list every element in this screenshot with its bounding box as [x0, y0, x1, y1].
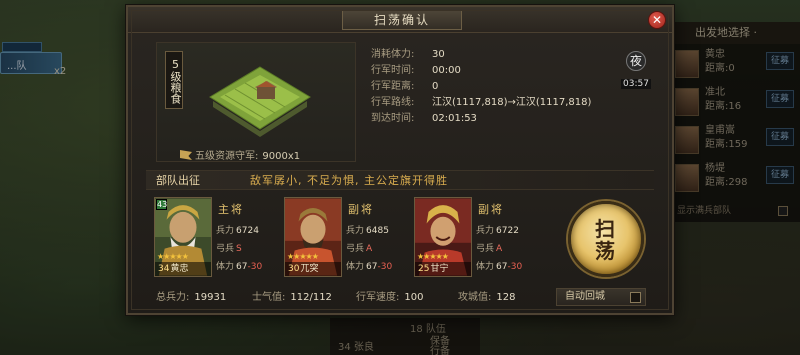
general-troops: 兵力 6722	[476, 226, 519, 236]
general-portrait[interactable]: ★★★★★ 30兀突	[284, 197, 342, 277]
general-card-vice-1[interactable]: ★★★★★ 30兀突 副将 兵力 6485 弓兵 A 体力 67-30	[284, 197, 414, 279]
resource-defense-label: 五级资源守军:	[195, 151, 259, 162]
flag-icon	[180, 150, 192, 160]
sweep-confirm-dialog: 扫荡确认 ✕ 5级粮食 五级资源守军: 9000x1 消耗体力: 30 行军时间…	[126, 5, 674, 315]
march-info: 消耗体力: 30 行军时间: 00:00 行军距离: 0 行军路线: 江汉(1117,8…	[371, 47, 631, 127]
resource-defense: 五级资源守军: 9000x1	[180, 150, 356, 164]
auto-return-label: 自动回城	[565, 291, 605, 302]
general-troops: 兵力 6724	[216, 226, 259, 236]
general-level: 25甘宁	[415, 262, 471, 276]
general-role: 副将	[348, 203, 374, 216]
auto-return-checkbox[interactable]	[630, 292, 641, 303]
info-row-march-route: 行军路线: 江汉(1117,818)→江汉(1117,818)	[371, 97, 592, 108]
target-preview: 5级粮食	[156, 42, 356, 162]
info-row-stamina-cost: 消耗体力: 30	[371, 49, 445, 60]
general-stamina: 体力 67-30	[476, 262, 523, 272]
dialog-title: 扫荡确认	[342, 10, 462, 30]
night-indicator: 夜 03:57	[621, 51, 651, 89]
info-row-march-time: 行军时间: 00:00	[371, 65, 461, 76]
stat-morale: 士气值: 112/112	[252, 292, 332, 303]
general-card-main[interactable]: 43 ★★★★★ 34黄忠 主将 兵力 6724 弓兵 S 体力 67-30	[154, 197, 284, 279]
general-arm: 弓兵 A	[346, 244, 373, 254]
general-arm: 弓兵 A	[476, 244, 503, 254]
grain-field-icon	[205, 57, 315, 147]
general-level: 30兀突	[285, 262, 341, 276]
stat-total-troops: 总兵力: 19931	[156, 292, 227, 303]
general-stamina: 体力 67-30	[216, 262, 263, 272]
night-icon: 夜	[626, 51, 646, 71]
general-stamina: 体力 67-30	[346, 262, 393, 272]
general-role: 副将	[478, 203, 504, 216]
info-row-march-distance: 行军距离: 0	[371, 81, 439, 92]
general-troops: 兵力 6485	[346, 226, 389, 236]
resource-defense-value: 9000x1	[262, 151, 301, 162]
stat-siege: 攻城值: 128	[458, 292, 516, 303]
auto-return-toggle[interactable]: 自动回城	[556, 288, 646, 306]
sweep-button[interactable]: 扫 荡	[568, 201, 644, 277]
sweep-button-label-1: 扫	[595, 217, 617, 241]
general-arm: 弓兵 S	[216, 244, 242, 254]
night-time: 03:57	[621, 79, 651, 89]
general-stars: ★★★★★	[287, 252, 319, 261]
stat-march-speed: 行军速度: 100	[356, 292, 424, 303]
general-level: 34黄忠	[155, 262, 211, 276]
general-stars: ★★★★★	[417, 252, 449, 261]
general-portrait[interactable]: 43 ★★★★★ 34黄忠	[154, 197, 212, 277]
resource-level-badge: 5级粮食	[165, 51, 183, 109]
info-row-arrival-time: 到达时间: 02:01:53	[371, 113, 477, 124]
general-role: 主将	[218, 203, 244, 216]
general-card-vice-2[interactable]: ★★★★★ 25甘宁 副将 兵力 6722 弓兵 A 体力 67-30	[414, 197, 544, 279]
troops-header: 部队出征 敌军孱小, 不足为惧, 主公定旗开得胜	[146, 170, 654, 190]
sweep-button-label-2: 荡	[595, 239, 617, 263]
close-button[interactable]: ✕	[648, 11, 666, 29]
dialog-titlebar: 扫荡确认 ✕	[128, 7, 672, 33]
general-portrait[interactable]: ★★★★★ 25甘宁	[414, 197, 472, 277]
troops-quote: 敌军孱小, 不足为惧, 主公定旗开得胜	[250, 174, 448, 187]
general-stars: ★★★★★	[157, 252, 189, 261]
general-tag: 43	[156, 199, 168, 210]
troops-title: 部队出征	[156, 174, 200, 187]
